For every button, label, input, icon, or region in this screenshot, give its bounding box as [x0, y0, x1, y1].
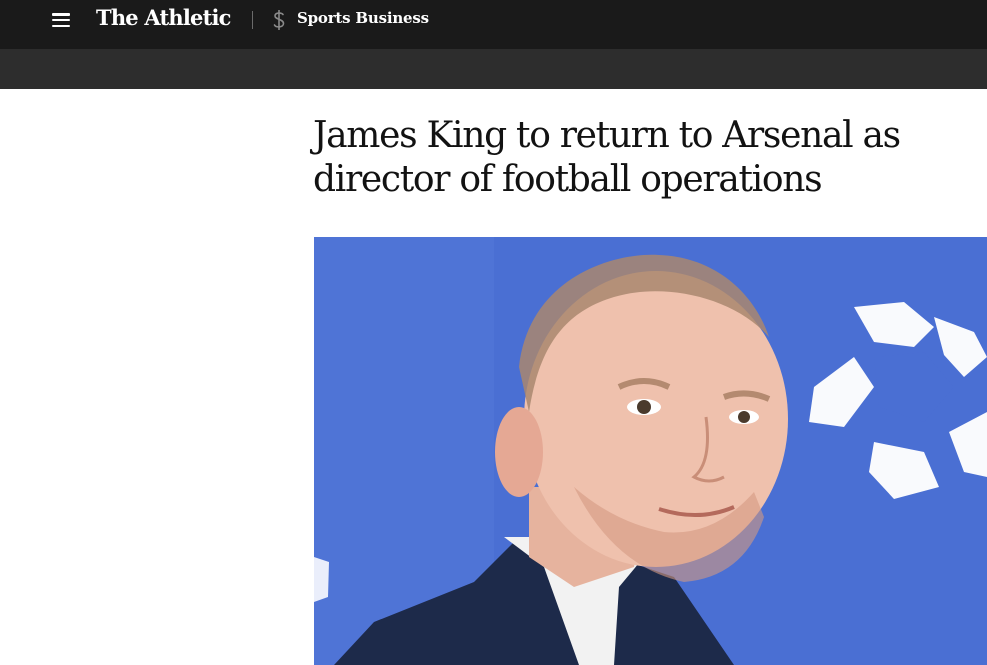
- hamburger-menu-icon[interactable]: [52, 13, 70, 27]
- header-divider: [252, 11, 253, 29]
- hero-image: [314, 237, 987, 665]
- secondary-nav-bar: [0, 49, 987, 89]
- top-navigation-bar: The Athletic Sports Business: [0, 0, 987, 49]
- section-link-sports-business[interactable]: Sports Business: [297, 9, 429, 27]
- article-headline: James King to return to Arsenal as direc…: [313, 115, 901, 200]
- site-logo[interactable]: The Athletic: [96, 5, 231, 30]
- dollar-sign-icon: [273, 10, 285, 30]
